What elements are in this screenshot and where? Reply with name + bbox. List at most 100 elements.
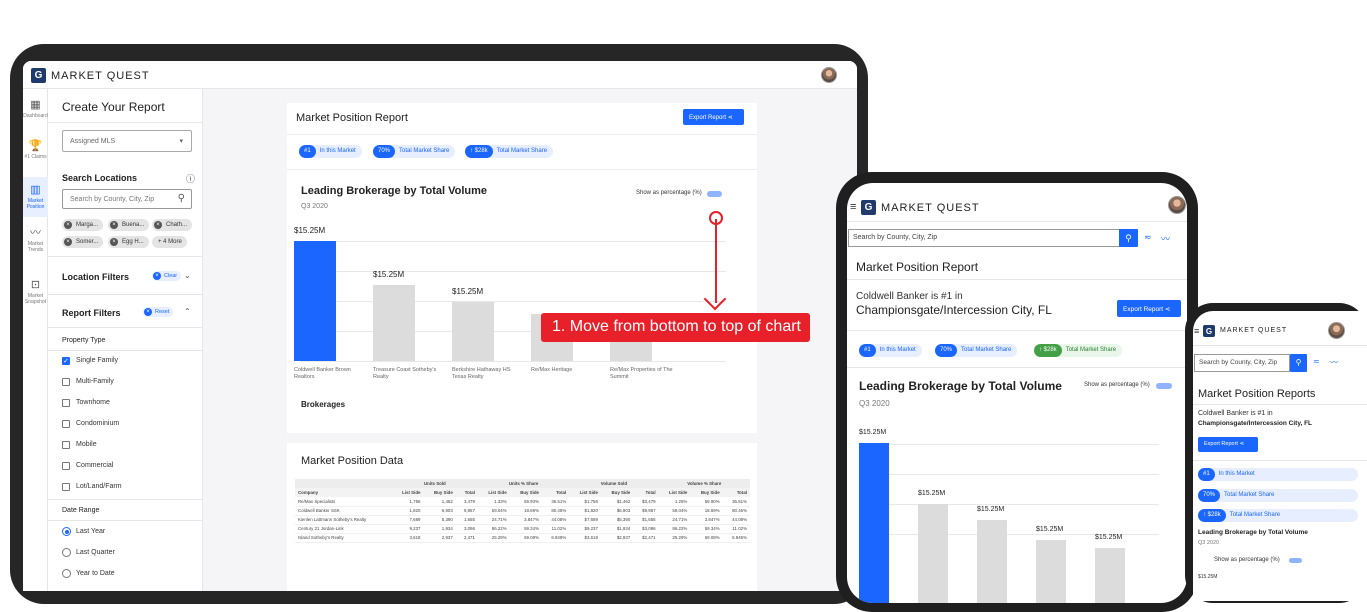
rank-line: Coldwell Banker is #1 in [1198,410,1273,417]
remove-chip-icon[interactable]: × [64,238,72,246]
checkbox-commercial[interactable] [62,462,70,470]
table-cell: 1,462 [423,497,456,507]
location-chip[interactable]: × Somer... [62,236,104,248]
rail-item-claims[interactable]: 🏆 #1 Claims [23,140,48,160]
location-chip[interactable]: × Chath... [152,219,193,231]
mls-select[interactable]: Assigned MLS ▾ [62,130,192,152]
brand-logo-icon[interactable]: G [1203,325,1215,337]
table-row: Century 21 Jordan-Link 9,237 1,934 3,096 86.… [295,524,750,534]
percentage-toggle[interactable] [1156,383,1172,389]
percentage-toggle[interactable] [707,191,722,197]
radio-last-quarter[interactable] [62,548,71,557]
location-search-input[interactable]: Search by County, City, Zip ⚲ [62,189,192,209]
brand-logo-icon[interactable]: G [31,68,46,83]
chip-label: Buena... [122,222,145,228]
search-button[interactable]: ⚲ [1290,354,1307,372]
table-cell: 6,903 [423,506,456,516]
column-header: Buy Side [423,488,456,497]
x-tick-label: Berkshire Hathaway HS Texas Realty [452,367,511,380]
info-icon[interactable]: ⓘ [186,172,195,185]
chevron-down-icon[interactable]: ⌄ [184,271,191,280]
table-cell: 24.71% [658,515,691,525]
export-report-button[interactable]: Export Report ⋖ [1117,300,1181,317]
radio-year-to-date[interactable] [62,569,71,578]
search-locations-title: Search Locations [62,173,138,183]
filter-icon[interactable]: ≂ [1313,357,1320,366]
data-card: Market Position Data Units Sold Units % … [287,443,757,591]
clear-label: Clear [164,273,178,279]
rail-item-dashboard[interactable]: ▦ Dashboard [23,99,48,119]
trend-icon[interactable]: 〰 [1330,357,1338,368]
bar[interactable] [373,285,415,361]
data-title: Market Position Data [301,455,404,467]
brand-name: MARKET QUEST [1220,327,1288,334]
remove-chip-icon[interactable]: × [154,221,162,229]
trend-icon[interactable]: 〰 [1161,232,1170,245]
export-report-button[interactable]: Export Report ⋖ [1198,437,1258,452]
divider [1193,345,1367,346]
table-cell: 36.51% [541,497,570,507]
filter-icon[interactable]: ≂ [1144,232,1152,243]
table-cell: $9,957 [633,506,659,516]
checkbox-mobile[interactable] [62,441,70,449]
chart-period: Q3 2020 [301,203,328,210]
trophy-icon: 🏆 [28,140,43,152]
user-avatar[interactable] [821,67,837,83]
remove-chip-icon[interactable]: × [110,221,118,229]
badge-text: In this Market [319,148,356,154]
percentage-toggle[interactable] [1289,558,1302,563]
table-cell: 3,479 [455,497,478,507]
checkbox-single-family[interactable]: ✓ [62,357,70,365]
clear-filters-button[interactable]: × Clear [152,271,182,281]
hamburger-icon[interactable]: ≡ [850,201,856,213]
remove-chip-icon[interactable]: × [110,238,118,246]
table-row: Coldwell Banker SSK 1,820 6,903 9,957 59.04%… [295,506,750,516]
bar[interactable] [859,443,889,603]
search-input[interactable]: Search by County, City, Zip [1194,354,1290,372]
location-chip[interactable]: × Egg H... [108,236,149,248]
checkbox-lot-land-farm[interactable] [62,483,70,491]
divider [48,122,203,123]
rail-item-market-trends[interactable]: 〰 Market Trends [23,227,48,253]
bar[interactable] [1095,548,1125,603]
search-button[interactable]: ⚲ [1119,229,1138,247]
badge-text: Total Market Share [1065,347,1117,353]
location-filters-title[interactable]: Location Filters [62,272,129,282]
rail-item-market-snapshot[interactable]: ⊡ Market Snapshot [23,279,48,305]
dashboard-icon: ▦ [30,99,41,111]
checkbox-multi-family[interactable] [62,378,70,386]
table-cell: 36.51% [722,497,750,507]
table-group-header: Units Sold [391,479,478,488]
rank-line: Coldwell Banker is #1 in [856,291,963,302]
brand-logo-icon[interactable]: G [861,200,876,215]
reset-filters-button[interactable]: × Reset [143,307,174,317]
table-cell: $3,096 [633,524,659,534]
column-header: Total [722,488,750,497]
bar[interactable] [918,504,948,603]
chevron-up-icon[interactable]: ⌃ [184,307,191,316]
user-avatar[interactable] [1168,196,1186,214]
remove-chip-icon[interactable]: × [64,221,72,229]
close-icon: × [153,272,161,280]
user-avatar[interactable] [1328,322,1345,339]
search-input[interactable]: Search by County, City, Zip [848,229,1120,247]
location-chip[interactable]: × Marga... [62,219,104,231]
divider [48,520,203,521]
location-chip[interactable]: × Buena... [108,219,150,231]
bar[interactable] [1036,540,1066,603]
option-label: Condominium [76,420,120,427]
export-report-button[interactable]: Export Report ⋖ [683,109,744,125]
checkbox-condominium[interactable] [62,420,70,428]
option-label: Last Quarter [76,549,115,556]
hamburger-icon[interactable]: ≡ [1194,326,1199,336]
checkbox-townhome[interactable] [62,399,70,407]
bar[interactable] [977,520,1007,603]
table-group-header: Volume Sold [569,479,659,488]
chip-label: Somer... [76,239,99,245]
report-filters-title[interactable]: Report Filters [62,308,121,318]
radio-last-year[interactable] [62,527,71,536]
rail-item-market-position[interactable]: ▥ Market Position [23,177,48,217]
more-chips[interactable]: + 4 More [152,236,187,248]
bar[interactable] [294,241,336,361]
bar[interactable] [452,302,494,361]
